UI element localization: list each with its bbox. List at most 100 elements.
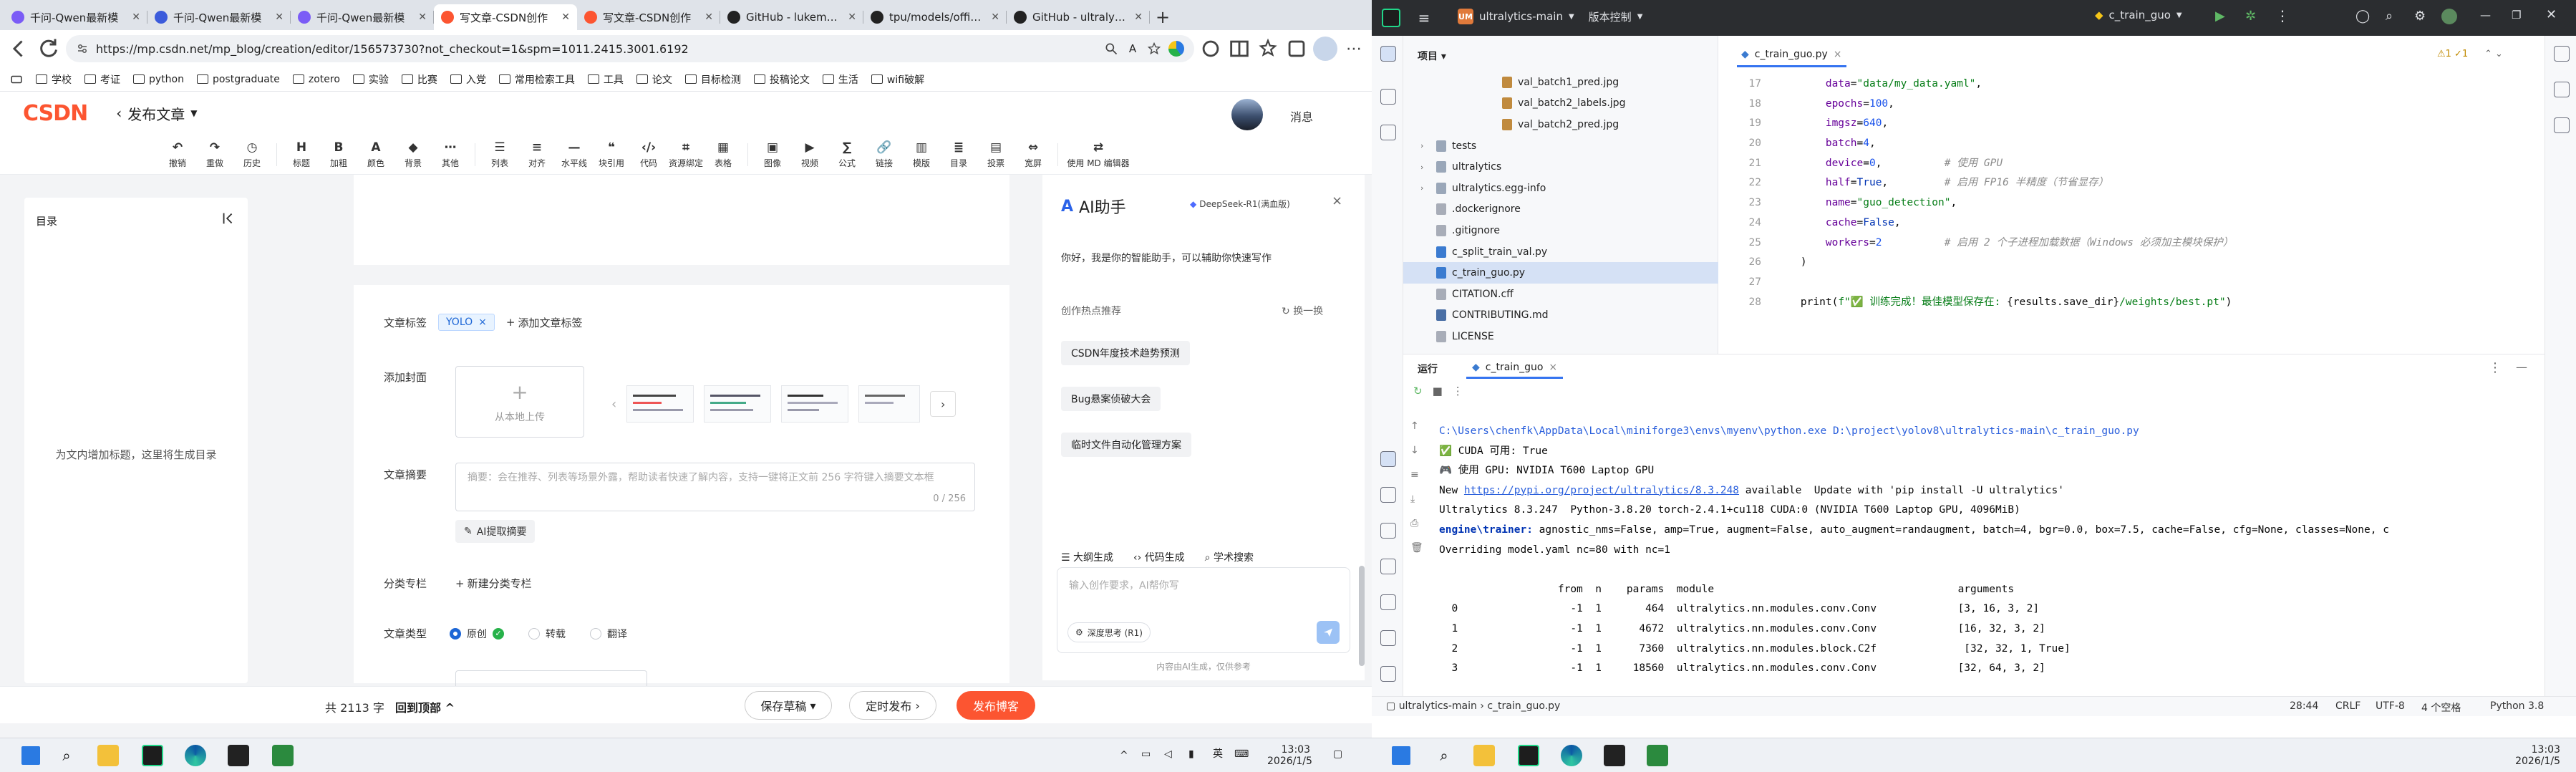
messages-link[interactable]: 消息: [1290, 107, 1313, 125]
line-endings[interactable]: CRLF: [2335, 700, 2360, 712]
browser-tab[interactable]: 写文章-CSDN创作 ✕: [577, 4, 720, 30]
git-icon[interactable]: [1380, 666, 1396, 682]
split-screen-icon[interactable]: [1227, 37, 1251, 61]
code-line[interactable]: half=True, # 启用 FP16 半精度（节省显存）: [1776, 173, 2233, 193]
tray-caret-icon[interactable]: ^: [1120, 750, 1128, 761]
ime-indicator[interactable]: 英: [1213, 748, 1223, 760]
toolbar-button[interactable]: A 颜色: [357, 140, 394, 169]
windows-start-icon[interactable]: [1392, 746, 1410, 765]
close-tab-icon[interactable]: ×: [1834, 49, 1842, 60]
cover-thumbnail[interactable]: [626, 385, 694, 423]
ai-extract-button[interactable]: ✎ AI提取摘要: [455, 520, 536, 543]
run-tool-icon[interactable]: [1380, 451, 1396, 467]
thumb-prev-icon[interactable]: ‹: [611, 397, 616, 412]
close-tab-icon[interactable]: ✕: [704, 11, 713, 23]
favorites-icon[interactable]: [1256, 37, 1280, 61]
code-line[interactable]: ): [1776, 253, 2233, 273]
expand-arrow-icon[interactable]: ›: [1420, 141, 1432, 150]
tree-item[interactable]: › ultralytics.egg-info: [1403, 178, 1718, 199]
volume-icon[interactable]: ◁: [1164, 748, 1172, 760]
site-info-icon[interactable]: [76, 42, 89, 55]
browser-tab[interactable]: 写文章-CSDN创作 ✕: [434, 4, 577, 30]
browser-tab[interactable]: 千问-Qwen最新模 ✕: [147, 4, 291, 30]
rerun-icon[interactable]: ↻: [1413, 385, 1423, 397]
terminal-icon[interactable]: [1604, 745, 1625, 766]
search-icon[interactable]: ⌕: [56, 745, 77, 766]
browser-tab[interactable]: tpu/models/officia ✕: [863, 4, 1007, 30]
file-tab[interactable]: ◆ c_train_guo.py ×: [1737, 43, 1846, 67]
vcs-menu[interactable]: 版本控制: [1589, 9, 1632, 24]
app-icon[interactable]: [1647, 745, 1668, 766]
network-icon[interactable]: ▭: [1141, 748, 1151, 760]
notifications-icon[interactable]: ▢: [1333, 748, 1342, 760]
toolbar-button[interactable]: — 水平线: [556, 140, 593, 169]
indent-setting[interactable]: 4 个空格: [2421, 700, 2461, 715]
tree-item[interactable]: CONTRIBUTING.md: [1403, 305, 1718, 327]
nav-arrows-icon[interactable]: ⌃ ⌄: [2484, 49, 2503, 59]
tree-item[interactable]: CITATION.cff: [1403, 284, 1718, 305]
publish-button[interactable]: 发布博客: [957, 691, 1035, 720]
toolbar-button[interactable]: ≣ 目录: [940, 140, 977, 169]
terminal-tool-icon[interactable]: [1380, 594, 1396, 610]
scroll-down-icon[interactable]: ↓: [1410, 445, 1423, 456]
close-tab-icon[interactable]: ✕: [1134, 11, 1143, 23]
clock[interactable]: 13:03 2026/1/5: [2503, 744, 2560, 767]
code-line[interactable]: [1776, 273, 2233, 293]
bookmark-folder[interactable]: 学校: [36, 72, 72, 87]
database-icon[interactable]: [2554, 117, 2570, 133]
structure-tool-icon[interactable]: [1380, 89, 1396, 105]
toolbar-button[interactable]: B 加粗: [320, 140, 357, 169]
project-switcher[interactable]: UM ultralytics-main ▼ 版本控制 ▼: [1458, 9, 1642, 24]
code-line[interactable]: workers=2 # 启用 2 个子进程加载数据（Windows 必须加主模块…: [1776, 233, 2233, 254]
file-explorer-icon[interactable]: [97, 745, 119, 766]
new-category-button[interactable]: + 新建分类专栏: [455, 576, 532, 591]
toolbar-button[interactable]: ↶ 撤销: [159, 140, 196, 169]
windows-start-icon[interactable]: [21, 746, 40, 765]
minimize-icon[interactable]: —: [2480, 9, 2491, 21]
problems-icon[interactable]: [1380, 630, 1396, 646]
project-tool-icon[interactable]: [1380, 46, 1396, 62]
bookmarks-toggle-icon[interactable]: [10, 73, 23, 86]
search-icon[interactable]: ⌕: [1433, 745, 1455, 766]
console-link[interactable]: https://pypi.org/project/ultralytics/8.3…: [1464, 485, 1739, 496]
clock[interactable]: 13:03 2026/1/5: [1267, 744, 1312, 767]
tree-item[interactable]: › tests: [1403, 135, 1718, 157]
battery-icon[interactable]: ▮: [1188, 748, 1194, 760]
collections-icon[interactable]: [1284, 37, 1309, 61]
toolbar-button[interactable]: ⇄ 使用 MD 编辑器: [1064, 140, 1133, 169]
hot-topic-pill[interactable]: Bug悬案侦破大会: [1061, 387, 1161, 411]
tree-item[interactable]: LICENSE: [1403, 326, 1718, 347]
app-icon[interactable]: [272, 745, 294, 766]
mode-code[interactable]: ‹› 代码生成: [1133, 550, 1185, 564]
code-line[interactable]: imgsz=640,: [1776, 114, 2233, 134]
toolbar-button[interactable]: ▣ 图像: [754, 140, 791, 169]
refresh-sync-icon[interactable]: [1199, 37, 1223, 61]
bookmark-folder[interactable]: wifi破解: [871, 72, 924, 87]
toolbar-button[interactable]: ▶ 视频: [791, 140, 828, 169]
code-editor[interactable]: ◆ c_train_guo.py × ⚠1 ✓1 ⌃ ⌄ 17 18 19 20 21 2…: [1718, 36, 2544, 354]
tree-item[interactable]: .dockerignore: [1403, 199, 1718, 221]
status-breadcrumb[interactable]: ▢ ultralytics-main › c_train_guo.py: [1386, 700, 1560, 712]
editor-content[interactable]: [354, 175, 1009, 265]
browser-tab[interactable]: GitHub - lukemela ✕: [720, 4, 863, 30]
tree-item[interactable]: val_batch2_labels.jpg: [1403, 93, 1718, 115]
bookmark-folder[interactable]: 论文: [636, 72, 672, 87]
python-packages-icon[interactable]: [1380, 487, 1396, 503]
notifications-icon[interactable]: [2554, 46, 2570, 62]
tree-item[interactable]: c_train_guo.py: [1403, 262, 1718, 284]
csdn-logo[interactable]: CSDN: [23, 101, 88, 126]
terminal-icon[interactable]: [228, 745, 249, 766]
trash-icon[interactable]: 🗑: [1410, 542, 1423, 554]
toolbar-button[interactable]: ☰ 列表: [481, 140, 518, 169]
more-icon[interactable]: ⋮: [1453, 385, 1463, 397]
reload-icon[interactable]: [36, 36, 62, 62]
code-line[interactable]: batch=4,: [1776, 134, 2233, 154]
bookmark-folder[interactable]: 目标检测: [684, 72, 741, 87]
file-encoding[interactable]: UTF-8: [2376, 700, 2405, 712]
code-line[interactable]: epochs=100,: [1776, 95, 2233, 115]
profile-avatar[interactable]: [1313, 37, 1337, 61]
layers-icon[interactable]: [1380, 523, 1396, 539]
project-panel-title[interactable]: 项目 ▾: [1418, 49, 1446, 63]
browser-tab[interactable]: GitHub - ultralytics ✕: [1007, 4, 1150, 30]
bookmark-folder[interactable]: postgraduate: [196, 74, 280, 85]
